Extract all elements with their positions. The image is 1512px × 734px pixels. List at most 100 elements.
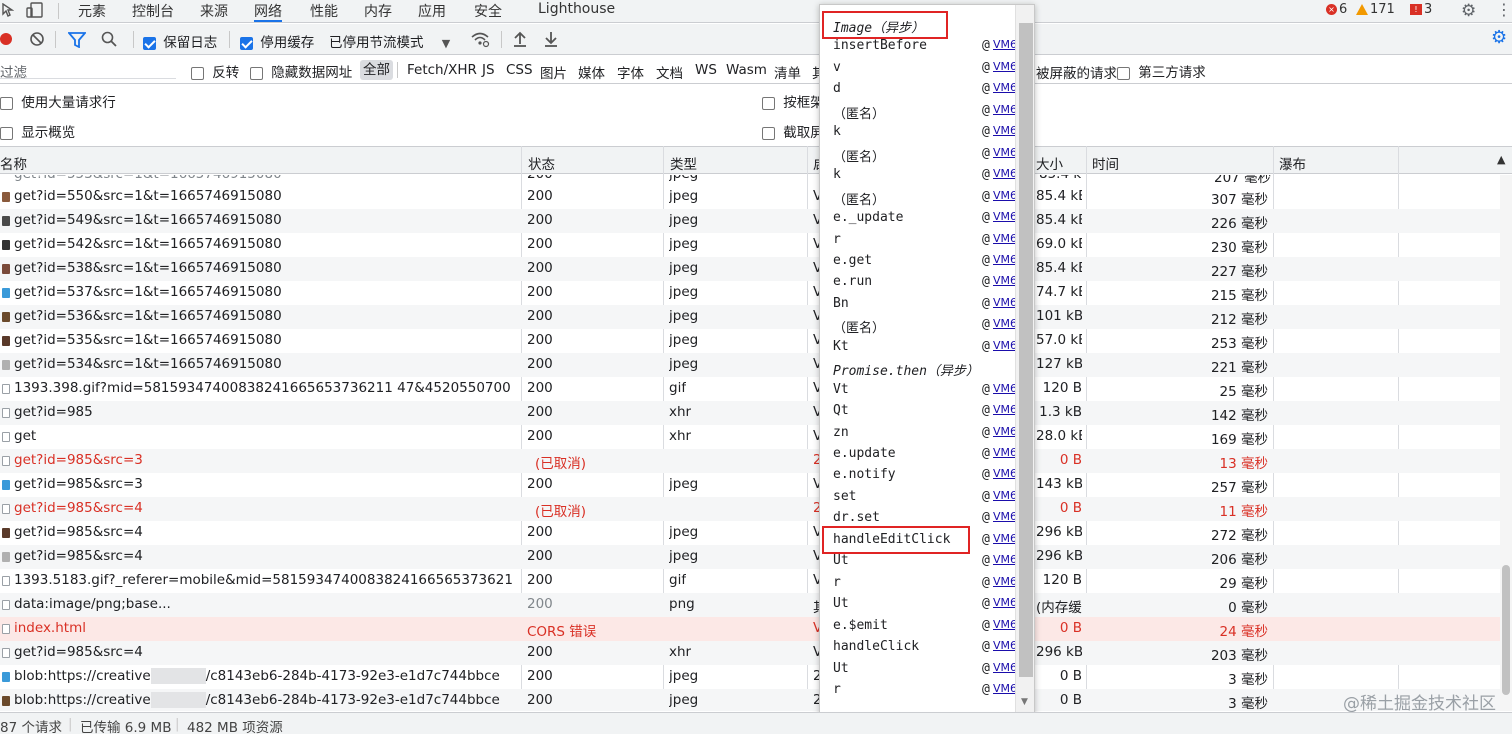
- stack-frame[interactable]: d @ VM6: [820, 79, 1034, 100]
- tab-network[interactable]: 网络: [254, 1, 282, 22]
- checkbox-checked[interactable]: [240, 36, 253, 50]
- source-location-link[interactable]: VM6: [993, 489, 1017, 502]
- invert-checkbox[interactable]: 反转: [191, 61, 239, 81]
- big-request-rows-checkbox[interactable]: 使用大量请求行: [0, 91, 116, 111]
- source-location-link[interactable]: VM6: [993, 103, 1017, 116]
- tab-security[interactable]: 安全: [474, 1, 502, 21]
- network-conditions-icon[interactable]: [470, 30, 490, 52]
- source-location-link[interactable]: VM6: [993, 146, 1017, 159]
- table-row[interactable]: get?id=985&src=3 (已取消) 2 0 B 13 毫秒: [0, 449, 1500, 473]
- show-overview-checkbox[interactable]: 显示概览: [0, 121, 75, 141]
- source-location-link[interactable]: VM6: [993, 382, 1017, 395]
- stack-frame[interactable]: e.$emit @ VM6: [820, 616, 1034, 637]
- clear-icon[interactable]: [29, 31, 45, 51]
- device-toolbar-icon[interactable]: [26, 2, 44, 18]
- stack-frame[interactable]: （匿名） @ VM6: [820, 315, 1034, 336]
- group-by-frame-checkbox[interactable]: 按框架: [762, 91, 824, 111]
- stack-frame[interactable]: r @ VM6: [820, 680, 1034, 701]
- stack-frame[interactable]: zn @ VM6: [820, 423, 1034, 444]
- source-location-link[interactable]: VM6: [993, 446, 1017, 459]
- checkbox[interactable]: [762, 126, 775, 140]
- filter-icon[interactable]: [67, 32, 87, 52]
- table-row[interactable]: 1393.5183.gif?_referer=mobile&mid=581593…: [0, 569, 1500, 593]
- table-row[interactable]: get?id=985&src=4 (已取消) 2 0 B 11 毫秒: [0, 497, 1500, 521]
- table-row[interactable]: get200xhrV28.0 kB169 毫秒: [0, 425, 1500, 449]
- checkbox[interactable]: [191, 66, 204, 80]
- stack-frame[interactable]: Ut @ VM6: [820, 659, 1034, 680]
- table-row[interactable]: data:image/png;base...200png其(内存缓...0 毫秒: [0, 593, 1500, 617]
- source-location-link[interactable]: VM6: [993, 210, 1017, 223]
- type-filter-js[interactable]: JS: [482, 62, 495, 78]
- tab-performance[interactable]: 性能: [310, 1, 338, 21]
- throttle-select[interactable]: 已停用节流模式 ▼: [329, 31, 450, 51]
- stack-frame[interactable]: Bn @ VM6: [820, 294, 1034, 315]
- warning-count-badge[interactable]: 171: [1356, 2, 1395, 17]
- record-icon[interactable]: [0, 33, 12, 45]
- hide-data-urls-checkbox[interactable]: 隐藏数据网址: [250, 61, 352, 81]
- table-row[interactable]: get?id=535&src=1&t=1665746915080 200 jpeg V…: [0, 329, 1500, 353]
- column-size-header[interactable]: 大小: [1036, 153, 1063, 173]
- popover-vertical-scrollbar[interactable]: ▼: [1015, 5, 1034, 717]
- stack-frame[interactable]: Ut @ VM6: [820, 594, 1034, 615]
- source-location-link[interactable]: VM6: [993, 81, 1017, 94]
- table-row[interactable]: get?id=985&src=3 200 jpeg V 143 kB 257 毫秒: [0, 473, 1500, 497]
- disable-cache-checkbox[interactable]: 停用缓存: [240, 31, 314, 51]
- table-scrollbar-thumb[interactable]: [1502, 565, 1510, 695]
- source-location-link[interactable]: VM6: [993, 532, 1017, 545]
- table-row[interactable]: get?id=549&src=1&t=1665746915080 200 jpeg V…: [0, 209, 1500, 233]
- type-filter-fetch-xhr[interactable]: Fetch/XHR: [407, 62, 477, 78]
- type-filter-manifest[interactable]: 清单: [774, 62, 801, 82]
- stack-frame[interactable]: （匿名） @ VM6: [820, 101, 1034, 122]
- search-icon[interactable]: [101, 31, 117, 51]
- table-row[interactable]: get?id=537&src=1&t=1665746915080 200 jpeg V…: [0, 281, 1500, 305]
- stack-frame[interactable]: handleClick @ VM6: [820, 637, 1034, 658]
- stack-frame[interactable]: Qt @ VM6: [820, 401, 1034, 422]
- column-name-header[interactable]: 名称: [0, 153, 27, 173]
- preserve-log-checkbox[interactable]: 保留日志: [143, 31, 217, 51]
- type-filter-css[interactable]: CSS: [506, 62, 533, 78]
- source-location-link[interactable]: VM6: [993, 553, 1017, 566]
- source-location-link[interactable]: VM6: [993, 467, 1017, 480]
- tab-application[interactable]: 应用: [418, 1, 446, 21]
- column-status-header[interactable]: 状态: [528, 153, 555, 173]
- source-location-link[interactable]: VM6: [993, 317, 1017, 330]
- import-har-icon[interactable]: [512, 30, 528, 52]
- column-type-header[interactable]: 类型: [670, 153, 697, 173]
- checkbox-checked[interactable]: [143, 36, 156, 50]
- stack-frame[interactable]: set @ VM6: [820, 487, 1034, 508]
- table-row[interactable]: get?id=985&src=4 200 jpeg V 296 kB 272 毫秒: [0, 521, 1500, 545]
- source-location-link[interactable]: VM6: [993, 296, 1017, 309]
- source-location-link[interactable]: VM6: [993, 274, 1017, 287]
- capture-screenshots-checkbox[interactable]: 截取屏: [762, 121, 824, 141]
- source-location-link[interactable]: VM6: [993, 639, 1017, 652]
- type-filter-wasm[interactable]: Wasm: [726, 62, 767, 78]
- scroll-down-arrow-icon[interactable]: ▼: [1021, 697, 1028, 707]
- settings-gear-icon[interactable]: ⚙: [1461, 1, 1476, 21]
- table-row[interactable]: 1393.398.gif?mid=58159347400838241665653…: [0, 377, 1500, 401]
- stack-frame[interactable]: r @ VM6: [820, 573, 1034, 594]
- checkbox[interactable]: [1117, 66, 1130, 80]
- type-filter-img[interactable]: 图片: [540, 62, 567, 82]
- table-row[interactable]: get?id=985&src=4 200 xhr V 296 kB 203 毫秒: [0, 641, 1500, 665]
- source-location-link[interactable]: VM6: [993, 596, 1017, 609]
- column-waterfall-header[interactable]: 瀑布: [1279, 153, 1306, 173]
- tab-memory[interactable]: 内存: [364, 1, 392, 21]
- source-location-link[interactable]: VM6: [993, 232, 1017, 245]
- error-count-badge[interactable]: × 6: [1326, 2, 1347, 17]
- table-row[interactable]: blob:https://creative/c8143eb6-284b-4173…: [0, 689, 1500, 711]
- issues-count-badge[interactable]: ! 3: [1410, 2, 1432, 17]
- network-settings-gear-icon[interactable]: ⚙: [1491, 27, 1507, 48]
- table-row[interactable]: get?id=536&src=1&t=1665746915080 200 jpeg V…: [0, 305, 1500, 329]
- stack-frame[interactable]: Vt @ VM6: [820, 380, 1034, 401]
- popover-vertical-scroll-thumb[interactable]: [1019, 23, 1033, 677]
- stack-frame[interactable]: Ut @ VM6: [820, 551, 1034, 572]
- source-location-link[interactable]: VM6: [993, 124, 1017, 137]
- stack-frame[interactable]: e._update @ VM6: [820, 208, 1034, 229]
- type-filter-ws[interactable]: WS: [695, 62, 717, 78]
- stack-frame[interactable]: （匿名） @ VM6: [820, 144, 1034, 165]
- source-location-link[interactable]: VM6: [993, 425, 1017, 438]
- checkbox[interactable]: [250, 66, 263, 80]
- source-location-link[interactable]: VM6: [993, 575, 1017, 588]
- stack-frame[interactable]: k @ VM6: [820, 122, 1034, 143]
- stack-frame[interactable]: r @ VM6: [820, 230, 1034, 251]
